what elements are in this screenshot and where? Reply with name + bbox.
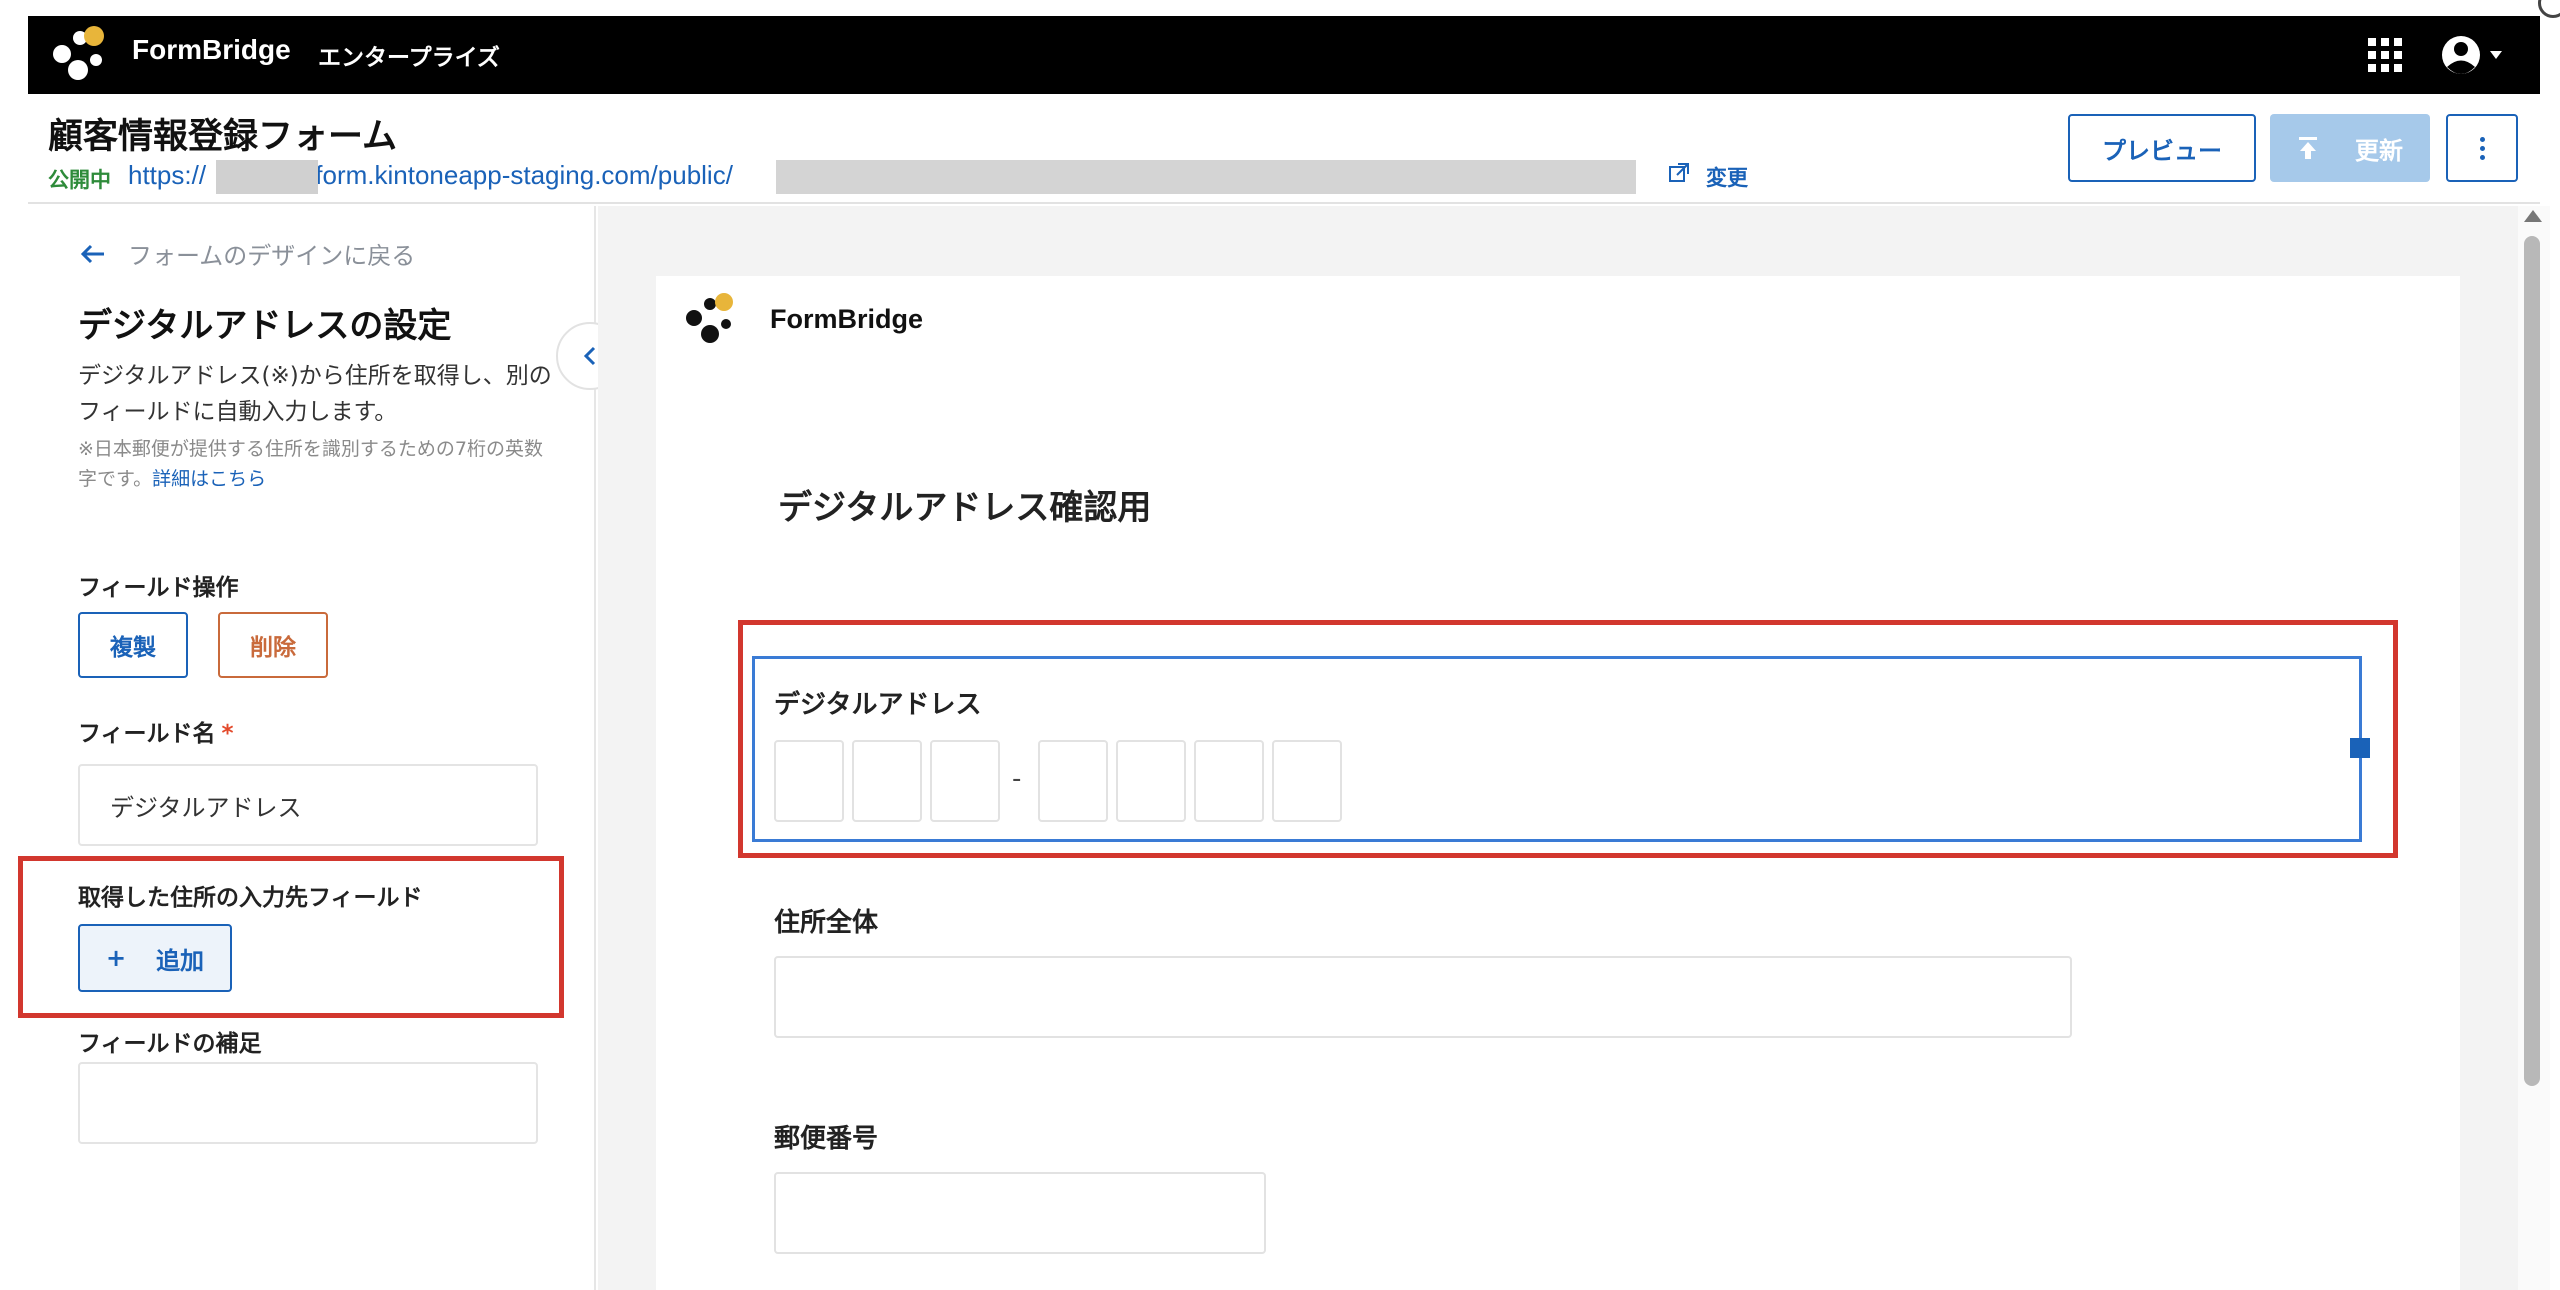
delete-button[interactable]: 削除 [218,612,328,678]
postal-code-label: 郵便番号 [774,1124,879,1154]
formbridge-logo-icon [53,26,104,80]
field-name-value: デジタルアドレス [110,793,302,822]
url-redaction-1 [216,160,318,194]
more-vert-icon [2479,136,2485,142]
user-account-icon[interactable] [2440,34,2506,76]
panel-title: デジタルアドレスの設定 [78,306,452,346]
window-close-icon[interactable] [2538,0,2560,18]
field-ops-label: フィールド操作 [78,575,239,601]
required-mark: * [221,721,234,747]
scroll-up-arrow-icon[interactable] [2524,210,2542,222]
digit-input-1[interactable] [774,740,844,822]
form-title: 顧客情報登録フォーム [48,117,397,157]
full-address-input[interactable] [774,956,2072,1038]
status-badge: 公開中 [48,168,111,192]
upload-icon [2299,137,2317,159]
app-grid-icon[interactable] [2368,38,2402,72]
edition-label: エンタープライズ [318,45,500,71]
top-bar: FormBridge エンタープライズ [28,16,2540,94]
url-middle: .form.kintoneapp-staging.com/public/ [308,160,733,190]
field-name-input[interactable]: デジタルアドレス [78,764,538,846]
panel-description: デジタルアドレス(※)から住所を取得し、別のフィールドに自動入力します。 [78,363,552,425]
more-menu-button[interactable] [2446,114,2518,182]
highlight-box-target-field [18,856,564,1018]
app-window: FormBridge エンタープライズ 顧客情報登録フォーム 公開中 https… [0,0,2560,1290]
settings-panel: フォームのデザインに戻る デジタルアドレスの設定 デジタルアドレス(※)から住所… [28,206,596,1290]
chevron-left-icon [583,346,596,366]
full-address-label: 住所全体 [774,908,879,938]
digit-input-5[interactable] [1116,740,1186,822]
supplement-input[interactable] [78,1062,538,1144]
form-header: 顧客情報登録フォーム 公開中 https:// .form.kintoneapp-… [28,94,2540,204]
change-url-link[interactable]: 変更 [1706,162,1748,192]
details-link[interactable]: 詳細はこちら [152,468,266,490]
note-text: ※日本郵便が提供する住所を識別するための7桁の英数字です。 [78,438,544,490]
digit-input-7[interactable] [1272,740,1342,822]
card-brand-name: FormBridge [770,304,924,334]
supplement-label: フィールドの補足 [78,1031,262,1057]
arrow-left-icon [80,244,104,263]
update-button-label: 更新 [2355,136,2403,165]
digit-separator: - [1012,764,1022,794]
form-heading: デジタルアドレス確認用 [778,488,1152,528]
digit-input-3[interactable] [930,740,1000,822]
formbridge-logo-icon [686,293,733,343]
digit-input-4[interactable] [1038,740,1108,822]
back-to-design-link[interactable]: フォームのデザインに戻る [80,236,415,271]
external-link-icon[interactable] [1668,162,1690,184]
update-button[interactable]: 更新 [2270,114,2430,182]
preview-button[interactable]: プレビュー [2068,114,2256,182]
brand-name: FormBridge [132,34,291,65]
digit-input-6[interactable] [1194,740,1264,822]
postal-code-input[interactable] [774,1172,1266,1254]
digit-input-2[interactable] [852,740,922,822]
duplicate-button[interactable]: 複製 [78,612,188,678]
field-name-label: フィールド名 * [78,721,234,747]
back-label: フォームのデザインに戻る [128,242,416,270]
url-redaction-2 [776,160,1636,194]
resize-handle[interactable] [2350,738,2370,758]
scrollbar-thumb[interactable] [2524,236,2540,1086]
digital-address-label: デジタルアドレス [774,690,982,720]
url-prefix: https:// [128,160,207,190]
panel-note: ※日本郵便が提供する住所を識別するための7桁の英数字です。詳細はこちら [78,434,558,494]
